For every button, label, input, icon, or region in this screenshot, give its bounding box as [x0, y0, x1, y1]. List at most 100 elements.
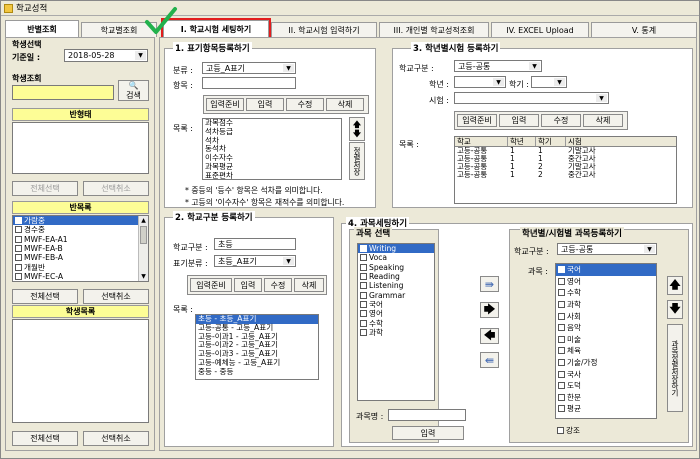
checkbox-icon[interactable] — [15, 235, 22, 243]
exam-grid-row[interactable]: 고등-공통 1 1 중간고사 — [455, 155, 676, 163]
prepare-input-button[interactable]: 입력준비 — [206, 98, 244, 111]
emphasis-checkbox[interactable]: 강조 — [555, 426, 580, 435]
checkbox-icon[interactable] — [15, 272, 22, 280]
exam-grid-row[interactable]: 고등-공통 1 2 중간고사 — [455, 171, 676, 179]
save-order-button[interactable]: 정렬저장 — [349, 142, 365, 180]
section1-item-list[interactable]: 과목점수 석차등급 석차 동석차 이수자수 과목평균 표준편차 — [202, 118, 342, 180]
section2-list-item[interactable]: 중등 - 중등 — [196, 367, 318, 377]
checkbox-icon[interactable] — [360, 282, 367, 290]
exam-grid-row[interactable]: 고등-공통 1 1 기말고사 — [455, 147, 676, 155]
checkbox-icon[interactable] — [558, 405, 565, 413]
checkbox-icon[interactable] — [360, 310, 367, 318]
school-type-input[interactable]: 초등 — [214, 238, 296, 250]
subject-list-item[interactable]: Speaking — [358, 263, 434, 272]
subject-input-button[interactable]: 입력 — [392, 426, 464, 440]
registered-subject-item[interactable]: 체육 — [556, 345, 656, 357]
class-list[interactable]: 가람중 경수중 MWF-EA-A1 MWF-EA-B MWF-EB-A 개월반 MWF-EC… — [12, 215, 149, 282]
sec3-input-button[interactable]: 입력 — [499, 114, 539, 127]
base-date-picker[interactable]: 2018-05-28 ▼ — [64, 49, 148, 62]
subject-name-input[interactable] — [388, 409, 466, 421]
class-type-list[interactable] — [12, 122, 149, 174]
class-list-select-all-button[interactable]: 전체선택 — [12, 289, 78, 304]
checkbox-icon[interactable] — [360, 328, 367, 336]
exam-grid-row[interactable]: 고등-공통 1 2 기말고사 — [455, 163, 676, 171]
registered-subject-item[interactable]: 도덕 — [556, 380, 656, 392]
checkbox-icon[interactable] — [360, 273, 367, 281]
subject-list-item[interactable]: Reading — [358, 272, 434, 281]
subject-list-item[interactable]: Listening — [358, 281, 434, 290]
class-list-item[interactable]: 경수중 — [13, 225, 148, 234]
class-list-item[interactable]: MWF-EC-A — [13, 272, 148, 281]
checkbox-icon[interactable] — [558, 289, 565, 297]
tab-school-exam-input[interactable]: II. 학교시험 입력하기 — [271, 22, 377, 37]
tab-class-lookup[interactable]: 반별조회 — [5, 20, 79, 37]
add-right-arrow-icon[interactable]: 🡆 — [480, 302, 499, 318]
checkbox-icon[interactable] — [558, 266, 565, 274]
sec3-delete-button[interactable]: 삭제 — [583, 114, 623, 127]
registered-subject-item[interactable]: 과학 — [556, 299, 656, 311]
registered-subject-item[interactable]: 기술/가정 — [556, 357, 656, 369]
checkbox-icon[interactable] — [360, 263, 367, 271]
sec2-input-button[interactable]: 입력 — [234, 278, 262, 292]
checkbox-icon[interactable] — [360, 319, 367, 327]
class-type-select-all-button[interactable]: 전체선택 — [12, 181, 78, 196]
checkbox-icon[interactable] — [558, 335, 565, 343]
checkbox-icon[interactable] — [558, 277, 565, 285]
checkbox-icon[interactable] — [558, 382, 565, 390]
tab-excel-upload[interactable]: IV. EXCEL Upload — [491, 22, 589, 37]
checkbox-icon[interactable] — [360, 291, 367, 299]
registered-subject-item[interactable]: 수학 — [556, 287, 656, 299]
mark-category-select[interactable]: 초등_A표기 ▼ — [214, 255, 296, 267]
category-select[interactable]: 고등_A표기 ▼ — [202, 62, 296, 74]
checkbox-icon[interactable] — [558, 359, 565, 367]
sec2-delete-button[interactable]: 삭제 — [294, 278, 324, 292]
checkbox-icon[interactable] — [558, 393, 565, 401]
registered-subject-item[interactable]: 평균 — [556, 403, 656, 415]
checkbox-icon[interactable] — [15, 254, 22, 262]
checkbox-icon[interactable] — [558, 370, 565, 378]
edit-button[interactable]: 수정 — [286, 98, 324, 111]
delete-button[interactable]: 삭제 — [326, 98, 364, 111]
exam-grid[interactable]: 학교 학년 학기 시험 고등-공통 1 1 기말고사 고등-공통 1 1 중간고사 고등-공통 1… — [454, 136, 677, 204]
checkbox-icon[interactable] — [558, 301, 565, 309]
subject-list-item[interactable]: Writing — [358, 244, 434, 254]
student-select-all-button[interactable]: 전체선택 — [12, 431, 78, 446]
subject-save-order-button[interactable]: 과목정렬저장하기 — [667, 324, 683, 412]
remove-all-icon[interactable]: ⇚ — [480, 352, 499, 368]
input-button[interactable]: 입력 — [246, 98, 284, 111]
subject-list[interactable]: Writing Voca Speaking Reading Listening Gramm… — [357, 243, 435, 401]
sec4-school-type-select[interactable]: 고등-공통 ▼ — [557, 243, 657, 255]
checkbox-icon[interactable] — [360, 254, 367, 262]
section1-list-item[interactable]: 표준편차 — [203, 171, 341, 179]
class-list-item[interactable]: MWF-EA-B — [13, 244, 148, 253]
sec3-school-type-select[interactable]: 고등-공통 ▼ — [454, 60, 542, 72]
remove-left-arrow-icon[interactable]: 🡄 — [480, 328, 499, 344]
registered-subject-item[interactable]: 음악 — [556, 322, 656, 334]
class-list-scrollbar[interactable]: ▲ ▼ — [138, 216, 148, 281]
search-button[interactable]: 🔍 검색 — [118, 80, 149, 101]
registered-subject-item[interactable]: 국사 — [556, 368, 656, 380]
checkbox-icon[interactable] — [15, 226, 22, 234]
student-search-input[interactable] — [12, 85, 114, 100]
section2-school-type-list[interactable]: 초등 - 초등_A표기 고등-공통 - 고등_A표기 고등-이과1 - 고등_A표기… — [195, 314, 319, 380]
subject-list-item[interactable]: 과학 — [358, 328, 434, 337]
registered-subject-item[interactable]: 국어 — [556, 264, 656, 276]
checkbox-icon[interactable] — [558, 347, 565, 355]
checkbox-icon[interactable] — [558, 324, 565, 332]
checkbox-icon[interactable] — [15, 217, 22, 225]
sec3-edit-button[interactable]: 수정 — [541, 114, 581, 127]
class-list-deselect-button[interactable]: 선택취소 — [83, 289, 149, 304]
student-deselect-button[interactable]: 선택취소 — [83, 431, 149, 446]
checkbox-icon[interactable] — [360, 300, 367, 308]
class-list-item[interactable]: 개월반 — [13, 262, 148, 272]
checkbox-icon[interactable] — [15, 263, 22, 271]
item-input[interactable] — [202, 77, 296, 89]
move-up-down-button[interactable]: 🡅 🡇 — [349, 117, 365, 141]
registered-subject-item[interactable]: 영어 — [556, 276, 656, 288]
registered-subject-list[interactable]: 국어 영어 수학 과학 사회 음악 미술 체육 기술/가정 국사 도덕 한문 평균 — [555, 263, 657, 419]
add-all-icon[interactable]: ⇛ — [480, 276, 499, 292]
checkbox-icon[interactable] — [558, 312, 565, 320]
section1-list-item[interactable]: 석차등급 — [203, 127, 341, 137]
grade-select[interactable]: ▼ — [454, 76, 506, 88]
term-select[interactable]: ▼ — [531, 76, 567, 88]
